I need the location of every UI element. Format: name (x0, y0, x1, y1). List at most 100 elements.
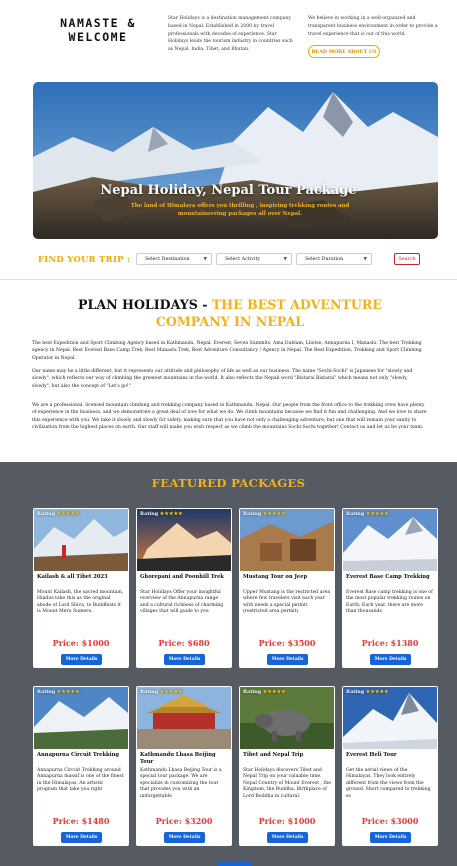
chevron-down-icon: ▼ (283, 257, 287, 262)
more-details-button[interactable]: More Details (164, 832, 205, 843)
package-card[interactable]: Rating ★★★★★ Kathmandu Lhasa Beijing Tou… (136, 686, 232, 846)
package-price: Price: $1000 (52, 638, 110, 648)
rating-label: Rating (346, 689, 365, 695)
rating-badge: Rating ★★★★★ (140, 511, 183, 517)
package-description: Get the aerial views of the Himalayas. T… (346, 768, 431, 799)
package-image (343, 687, 437, 749)
package-card[interactable]: Rating ★★★★★ Ghorepani and Poonhill Trek… (136, 508, 232, 668)
intro-text-left: Star Holidays is a destination managemen… (168, 16, 293, 53)
package-title: Ghorepani and Poonhill Trek (140, 574, 224, 580)
package-card[interactable]: Rating ★★★★★ Mustang Tour on Jeep Upper … (239, 508, 335, 668)
package-title: Everest Base Camp Trekking (346, 574, 430, 580)
more-details-button[interactable]: More Details (61, 654, 102, 665)
rating-label: Rating (346, 511, 365, 517)
plan-holidays-heading: PLAN HOLIDAYS - THE BEST ADVENTURE COMPA… (40, 296, 420, 330)
welcome-line-1: NAMASTE & (60, 16, 136, 30)
more-details-button[interactable]: More Details (370, 832, 411, 843)
rating-label: Rating (243, 689, 262, 695)
trip-search-bar: FIND YOUR TRIP : Select Destination ▼ Se… (0, 248, 457, 280)
plan-paragraph-3: We are a professional, licensed mountain… (32, 403, 427, 431)
package-title: Mustang Tour on Jeep (243, 574, 308, 580)
package-image (34, 687, 128, 749)
package-price: Price: $3500 (258, 638, 316, 648)
package-description: Annapurna Circuit Trekking around Annapu… (37, 768, 124, 793)
package-price: Price: $1000 (258, 816, 316, 826)
read-more-button[interactable]: READ MORE ABOUT US (308, 45, 380, 58)
more-details-button[interactable]: More Details (267, 832, 308, 843)
star-icon: ★★★★★ (159, 511, 183, 517)
package-description: Upper Mustang is the restricted area whe… (243, 590, 331, 615)
rating-label: Rating (243, 511, 262, 517)
package-image (34, 509, 128, 571)
carousel-pager-indicator[interactable] (218, 861, 252, 866)
star-icon: ★★★★★ (262, 689, 286, 695)
package-card[interactable]: Rating ★★★★★ Annapurna Circuit Trekking … (33, 686, 129, 846)
rating-badge: Rating ★★★★★ (243, 689, 286, 695)
chevron-down-icon: ▼ (363, 257, 367, 262)
star-icon: ★★★★★ (159, 689, 183, 695)
star-icon: ★★★★★ (56, 689, 80, 695)
find-trip-label: FIND YOUR TRIP : (38, 254, 131, 264)
chevron-down-icon: ▼ (203, 257, 207, 262)
rating-label: Rating (140, 511, 159, 517)
duration-select-value: Select Duration (305, 256, 344, 262)
package-description: Everest Base camp trekking is one of the… (346, 590, 433, 615)
activity-select[interactable]: Select Activity ▼ (216, 253, 292, 265)
more-details-button[interactable]: More Details (61, 832, 102, 843)
package-title: Kailash & all Tibet 2023 (37, 574, 108, 580)
package-card[interactable]: Rating ★★★★★ Everest Heli Tour Get the a… (342, 686, 438, 846)
activity-select-value: Select Activity (225, 256, 261, 262)
package-description: Star Holidays Offer your insightful over… (140, 590, 224, 615)
more-details-button[interactable]: More Details (370, 654, 411, 665)
package-price: Price: $1480 (52, 816, 110, 826)
welcome-line-2: WELCOME (68, 30, 128, 44)
package-card[interactable]: Rating ★★★★★ Everest Base Camp Trekking … (342, 508, 438, 668)
intro-section: NAMASTE & WELCOME Star Holidays is a des… (0, 0, 457, 78)
package-title: Tibet and Nepal Trip (243, 752, 304, 758)
destination-select[interactable]: Select Destination ▼ (136, 253, 212, 265)
package-price: Price: $680 (158, 638, 210, 648)
package-description: Kathmandu Lhasa Beijing Tour is a specia… (140, 768, 222, 799)
package-card[interactable]: Rating ★★★★★ Tibet and Nepal Trip Star H… (239, 686, 335, 846)
rating-badge: Rating ★★★★★ (346, 511, 389, 517)
rating-badge: Rating ★★★★★ (243, 511, 286, 517)
welcome-heading: NAMASTE & WELCOME (58, 16, 138, 44)
featured-packages-title: FEATURED PACKAGES (151, 476, 306, 490)
hero-title: Nepal Holiday, Nepal Tour Package (100, 183, 357, 198)
package-title: Everest Heli Tour (346, 752, 397, 758)
package-image (240, 509, 334, 571)
destination-select-value: Select Destination (145, 256, 190, 262)
rating-label: Rating (37, 689, 56, 695)
plan-paragraph-1: The best Expedition and Sport Climbing A… (32, 341, 422, 361)
star-icon: ★★★★★ (262, 511, 286, 517)
more-details-button[interactable]: More Details (267, 654, 308, 665)
package-image (137, 687, 231, 749)
package-image (240, 687, 334, 749)
star-icon: ★★★★★ (56, 511, 80, 517)
package-price: Price: $3000 (361, 816, 419, 826)
plan-paragraph-2: Our name may be a little different, but … (32, 369, 413, 389)
rating-badge: Rating ★★★★★ (140, 689, 183, 695)
package-card[interactable]: Rating ★★★★★ Kailash & all Tibet 2023 Mo… (33, 508, 129, 668)
package-title: Kathmandu Lhasa Beijing Tour (140, 752, 216, 765)
duration-select[interactable]: Select Duration ▼ (296, 253, 372, 265)
package-price: Price: $1380 (361, 638, 419, 648)
package-description: Star Holidays discovers Tibet and Nepal … (243, 768, 331, 799)
more-details-button[interactable]: More Details (164, 654, 205, 665)
package-image (137, 509, 231, 571)
search-button[interactable]: Search (394, 253, 420, 265)
package-title: Annapurna Circuit Trekking (37, 752, 120, 758)
rating-label: Rating (37, 511, 56, 517)
package-price: Price: $3200 (155, 816, 213, 826)
rating-label: Rating (140, 689, 159, 695)
package-image (343, 509, 437, 571)
package-description: Mount Kailash, the sacred mountain, Hind… (37, 590, 124, 615)
intro-text-right: We believe in working in a well-organize… (308, 16, 438, 37)
rating-badge: Rating ★★★★★ (37, 689, 80, 695)
star-icon: ★★★★★ (365, 511, 389, 517)
rating-badge: Rating ★★★★★ (37, 511, 80, 517)
hero-subtitle: The land of Himalaya offers you thrillin… (130, 203, 350, 217)
rating-badge: Rating ★★★★★ (346, 689, 389, 695)
plan-title-main: PLAN HOLIDAYS - (78, 297, 212, 312)
star-icon: ★★★★★ (365, 689, 389, 695)
